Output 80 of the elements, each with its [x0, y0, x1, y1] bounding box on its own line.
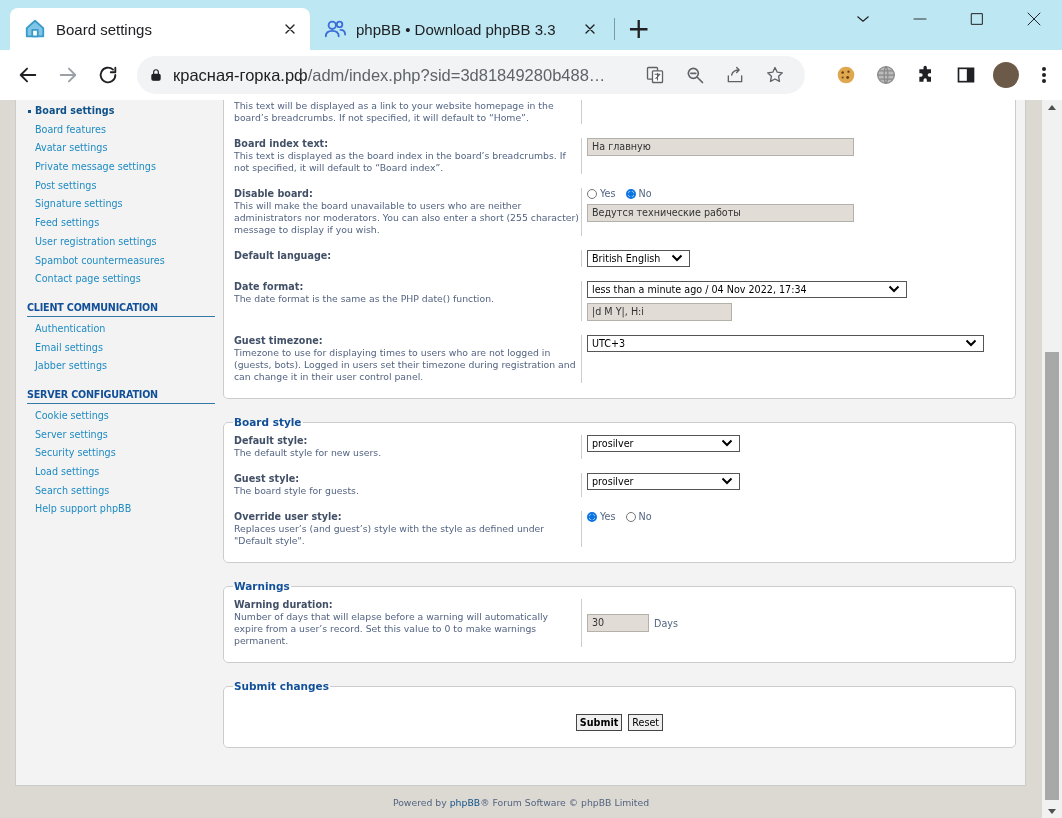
setting-description: Replaces user’s (and guest’s) style with the style as defined under "Default style". [234, 523, 546, 547]
section-legend: Board style [233, 416, 303, 428]
setting-label: Default language: [234, 250, 333, 262]
dropdown[interactable]: prosilver [587, 435, 740, 452]
phpbb-link[interactable]: phpBB [449, 796, 481, 808]
radio-button[interactable] [587, 511, 597, 522]
menu-link[interactable]: Signature settings [27, 195, 215, 215]
menu-link[interactable]: Spambot countermeasures [27, 251, 215, 271]
setting-description: Number of days that will elapse before a warning will automatically expire from a user’s record. Set this value to 0 to make warnings permanent. [234, 611, 550, 647]
radio-label[interactable]: No [638, 188, 652, 199]
radio-label[interactable]: No [638, 511, 652, 522]
footer-text: Powered by phpBB® Forum Software © phpBB Limited [392, 796, 650, 808]
menu-link[interactable]: Help support phpBB [27, 500, 215, 520]
text-field[interactable]: |d M Y|, H:i [587, 303, 732, 321]
menu-link[interactable]: Jabber settings [27, 357, 215, 376]
setting-description: The date format is the same as the PHP date() function. [234, 293, 495, 305]
menu-link[interactable]: Feed settings [27, 214, 215, 233]
setting-label: Override user style: [234, 511, 343, 523]
setting-description: The board style for guests. [234, 485, 360, 497]
section-legend: Submit changes [233, 680, 330, 692]
setting-label: Default style: [234, 435, 309, 447]
text-field[interactable]: На главную [587, 138, 854, 156]
radio-label[interactable]: Yes [600, 511, 616, 522]
scrollbar-thumb[interactable] [1045, 352, 1059, 800]
browser-tab[interactable]: Board settings [10, 8, 310, 50]
setting-description: The default style for new users. [234, 447, 383, 459]
caret-icon [965, 338, 977, 349]
house-icon [24, 18, 46, 40]
tab-title: phpBB • Download phpBB 3.3 [356, 20, 557, 38]
radio-button[interactable] [587, 188, 597, 199]
section-legend: Warnings [233, 580, 291, 592]
dropdown[interactable]: British English [587, 250, 690, 267]
setting-description: This text will be displayed as a link to your website homepage in the board’s breadcrumbs. If not specified, it will default to “Home”. [234, 100, 555, 124]
text-field[interactable]: 30 [587, 614, 649, 632]
text-field[interactable]: Ведутся технические работы [587, 204, 854, 222]
setting-description: This will make the board unavailable to users who are neither administrators nor moderators. You can also enter a short (255 character) message to display if you wish. [234, 200, 579, 236]
setting-label: Warning duration: [234, 599, 334, 611]
menu-link[interactable]: Email settings [27, 338, 215, 358]
avatar[interactable] [993, 62, 1019, 88]
menu-heading: CLIENT COMMUNICATION [27, 301, 215, 317]
dropdown[interactable]: UTC+3 [587, 335, 984, 352]
browser-tab[interactable]: phpBB • Download phpBB 3.3 [310, 8, 610, 50]
new-tab-button[interactable]: + [621, 18, 657, 40]
caret-icon [671, 253, 683, 264]
menu-link[interactable]: Load settings [27, 463, 215, 482]
menu-link[interactable]: Board settings [27, 102, 215, 121]
address-bar[interactable]: красная-горка.рф/adm/index.php?sid=3d81849280b488… [137, 56, 805, 94]
caret-icon [721, 438, 733, 449]
setting-label: Date format: [234, 281, 305, 293]
caret-icon [721, 476, 733, 487]
radio-button[interactable] [625, 511, 636, 522]
lock-icon[interactable] [149, 68, 163, 82]
submit-button[interactable]: Submit [575, 714, 623, 731]
menu-link[interactable]: Server settings [27, 425, 215, 445]
tab-title: Board settings [56, 20, 153, 38]
dropdown[interactable]: prosilver [587, 473, 740, 490]
reset-button[interactable]: Reset [628, 714, 664, 731]
menu-link[interactable]: Board features [27, 120, 215, 140]
radio-button[interactable] [625, 188, 636, 199]
setting-label: Guest style: [234, 473, 301, 485]
menu-link[interactable]: Search settings [27, 481, 215, 501]
radio-label[interactable]: Yes [600, 188, 616, 199]
dropdown[interactable]: less than a minute ago / 04 Nov 2022, 17:34 [587, 281, 907, 298]
people-icon [324, 18, 346, 40]
menu-link[interactable]: Post settings [27, 176, 215, 196]
menu-link[interactable]: Authentication [27, 319, 215, 339]
unit-label: Days [654, 617, 678, 629]
setting-description: Timezone to use for displaying times to users who are not logged in (guests, bots). Logged in users set their timezone during registration and can change it in their user control panel. [234, 347, 577, 383]
menu-link[interactable]: User registration settings [27, 232, 215, 252]
caret-icon [888, 284, 900, 295]
menu-link[interactable]: Avatar settings [27, 139, 215, 159]
menu-link[interactable]: Private message settings [27, 158, 215, 177]
menu-link[interactable]: Cookie settings [27, 406, 215, 426]
setting-label: Guest timezone: [234, 335, 324, 347]
menu-link[interactable]: Contact page settings [27, 270, 215, 289]
setting-label: Board index text: [234, 138, 330, 150]
setting-label: Disable board: [234, 188, 314, 200]
menu-link[interactable]: Security settings [27, 444, 215, 463]
setting-description: This text is displayed as the board index in the board’s breadcrumbs. If not specified, it will default to “Board index”. [234, 150, 567, 174]
menu-heading: SERVER CONFIGURATION [27, 388, 215, 404]
